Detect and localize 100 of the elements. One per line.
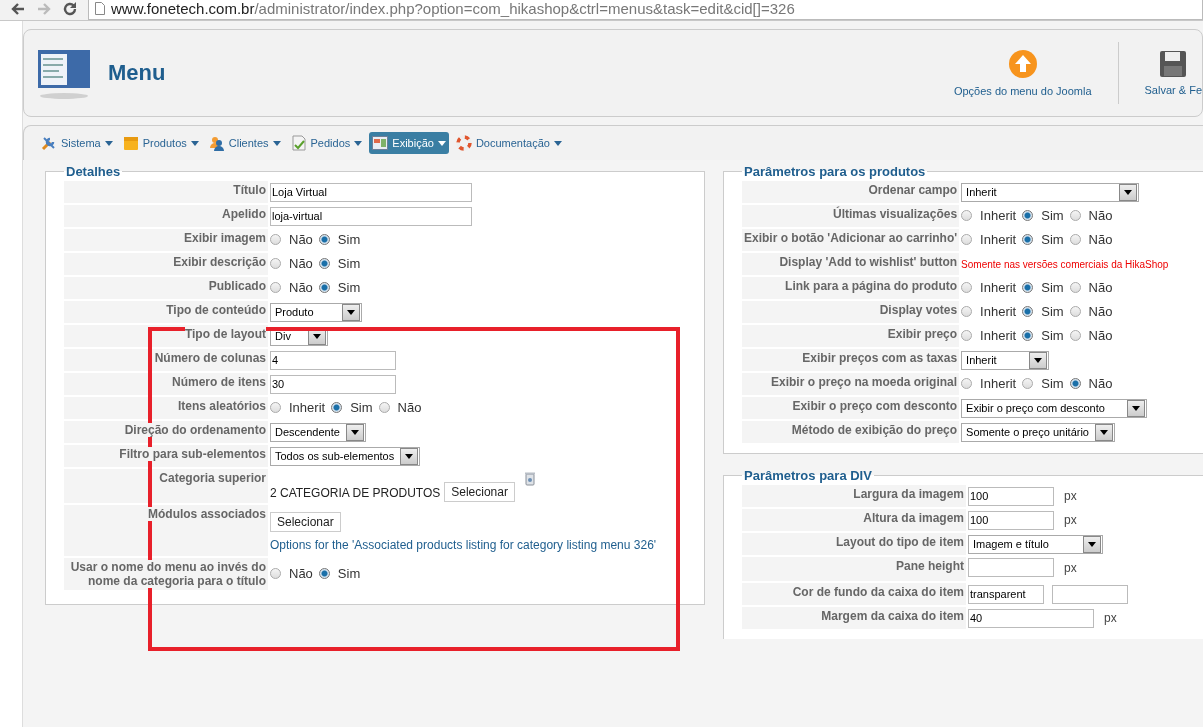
checked-document-icon [290,135,307,151]
field-label: Margem da caixa do item [742,607,966,629]
field-label: Exibir o preço com desconto [742,397,960,419]
radio-button[interactable] [961,306,973,317]
dropdown[interactable]: Imagem e título [968,534,1103,554]
caret-icon [104,140,113,146]
radio-button[interactable] [1069,210,1081,221]
trash-icon[interactable] [524,472,535,486]
radio-label: Sim [1041,376,1064,391]
menu-tab[interactable]: Exibição [369,132,449,154]
radio-label: Não [289,566,313,581]
lifebuoy-icon [455,135,472,151]
radio-label: Não [1088,280,1113,295]
radio-label: Não [289,232,313,247]
radio-button[interactable] [318,568,330,579]
radio-button[interactable] [318,258,330,269]
back-icon[interactable] [10,1,26,17]
radio-button[interactable] [961,210,973,221]
menu-tab[interactable]: Pedidos [287,132,366,154]
radio-button[interactable] [1069,306,1081,317]
dropdown[interactable]: Todos os sub-elementos [270,446,421,466]
text-field[interactable]: 30 [270,374,396,394]
radio-label: Não [397,400,422,415]
radio-label: Sim [1041,328,1064,343]
save-icon [1159,50,1188,78]
radio-label: Inherit [289,400,326,415]
radio-button[interactable] [961,378,973,389]
radio-button[interactable] [961,234,973,245]
radio-label: Sim [350,400,373,415]
dropdown[interactable]: Inherit [961,182,1140,202]
unit-label: px [1104,611,1117,625]
radio-button[interactable] [1022,234,1034,245]
field-label: Módulos associados [64,505,268,556]
caret-icon [354,140,363,146]
text-field[interactable]: 4 [270,350,396,370]
radio-button[interactable] [270,402,281,413]
text-field[interactable] [968,558,1054,577]
menu-tab[interactable]: Documentação [452,132,565,154]
caret-icon [1100,429,1108,435]
menu-tab[interactable]: Clientes [205,132,284,154]
page-title: Menu [108,60,166,86]
caret-icon [437,140,446,146]
address-field[interactable]: www.fonetech.com.br/administrator/index.php?option=com_hikashop&ctrl=menus&task=edit&cid[]=326 [88,0,1203,20]
radio-button[interactable] [1069,234,1081,245]
radio-button[interactable] [1022,210,1034,221]
notice-text: Somente nas versões comerciais da HikaShop [961,259,1169,270]
radio-button[interactable] [270,258,281,269]
radio-button[interactable] [1022,378,1034,389]
select-button[interactable]: Selecionar [444,482,515,502]
color-field[interactable] [1052,584,1128,604]
menu-tab[interactable]: Produtos [119,132,202,154]
fieldset-legend: Parâmetros para DIV [742,468,874,483]
field-label: Cor de fundo da caixa do item [742,583,966,605]
dropdown[interactable]: Somente o preço unitário [961,422,1115,442]
menu-tab[interactable]: Sistema [38,132,116,154]
radio-button[interactable] [1069,378,1081,389]
dropdown[interactable]: Produto [270,302,362,322]
radio-button[interactable] [270,234,281,245]
radio-button[interactable] [1069,282,1081,293]
reload-icon[interactable] [62,1,78,17]
radio-button[interactable] [318,282,330,293]
radio-label: Sim [1041,280,1064,295]
radio-label: Inherit [980,304,1017,319]
radio-button[interactable] [1022,282,1034,293]
dropdown[interactable]: Inherit [961,350,1050,370]
field-label: Exibir o preço na moeda original [742,373,960,395]
text-field[interactable]: loja-virtual [270,206,472,226]
radio-button[interactable] [1022,330,1034,341]
options-link[interactable]: Options for the 'Associated products listing for category listing menu 326' [270,538,657,552]
toolbar-button[interactable]: Salvar & Fe [1136,42,1202,104]
radio-label: Sim [1041,208,1064,223]
radio-button[interactable] [1069,330,1081,341]
text-field[interactable]: 100 [968,510,1054,530]
radio-label: Inherit [980,328,1017,343]
radio-label: Inherit [980,208,1017,223]
text-field[interactable]: 100 [968,486,1054,506]
text-field[interactable]: transparent [968,584,1044,604]
dropdown[interactable]: Exibir o preço com desconto [961,398,1148,418]
radio-label: Não [1088,304,1113,319]
field-label: Número de colunas [64,349,268,371]
select-button[interactable]: Selecionar [270,512,341,532]
radio-button[interactable] [961,282,973,293]
radio-button[interactable] [270,568,281,579]
radio-button[interactable] [378,402,390,413]
radio-button[interactable] [331,402,343,413]
text-field[interactable]: 40 [968,608,1094,628]
field-label: Layout do tipo de item [742,533,966,555]
radio-label: Inherit [980,280,1017,295]
text-field[interactable]: Loja Virtual [270,182,472,202]
radio-button[interactable] [1022,306,1034,317]
field-label: Filtro para sub-elementos [64,445,268,467]
radio-button[interactable] [961,330,973,341]
caret-icon [350,429,359,435]
field-label: Direção do ordenamento [64,421,268,443]
radio-button[interactable] [318,234,330,245]
field-label: Link para a página do produto [742,277,960,299]
radio-button[interactable] [270,282,281,293]
toolbar-button[interactable]: Opções do menu do Joomla [945,41,1100,105]
dropdown[interactable]: Descendente [270,422,366,442]
radio-label: Não [1088,376,1113,391]
